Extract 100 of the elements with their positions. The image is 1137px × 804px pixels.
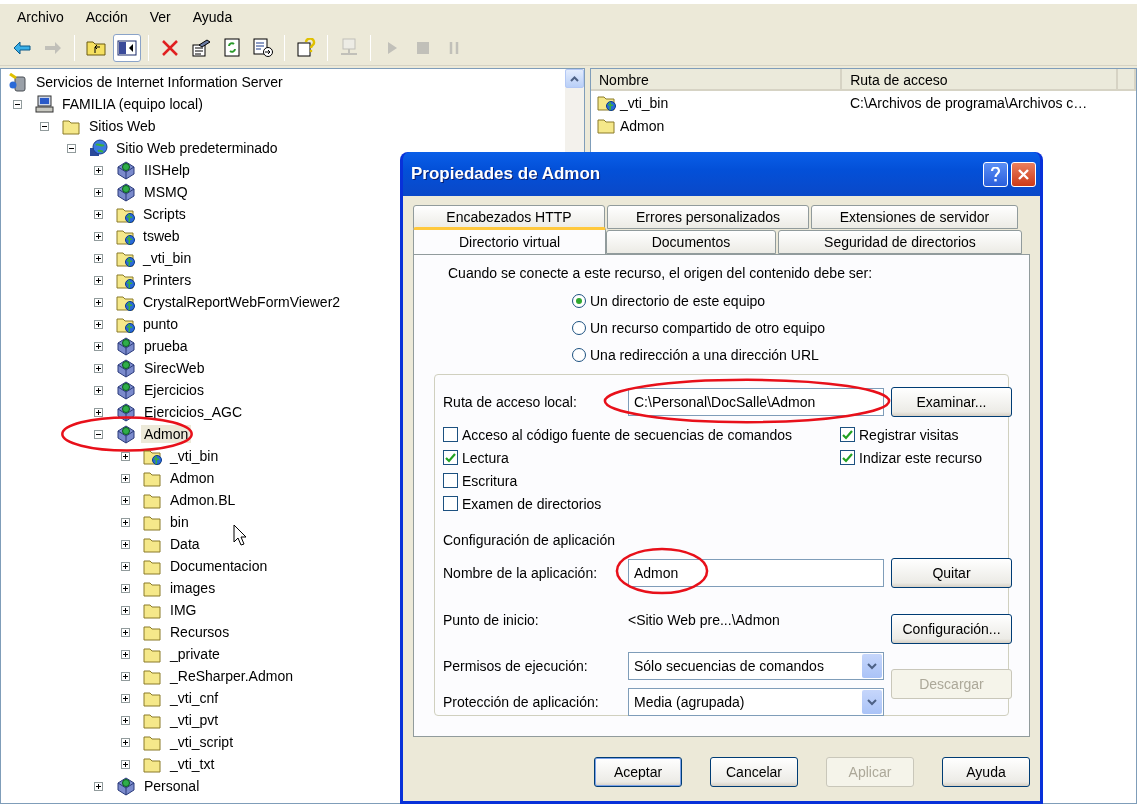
tree-item[interactable]: Ejercicios [141, 381, 207, 399]
tree-item[interactable]: FAMILIA (equipo local) [59, 95, 206, 113]
radio-button[interactable] [572, 347, 586, 362]
menu-item[interactable]: Acción [76, 7, 137, 27]
dialog-button[interactable]: Cancelar [710, 757, 798, 787]
tab[interactable]: Errores personalizados [607, 205, 809, 229]
tab[interactable]: Extensiones de servidor [811, 205, 1018, 229]
tree-toggle[interactable] [13, 99, 22, 109]
help-button[interactable] [983, 161, 1008, 187]
tree-item[interactable]: images [167, 579, 219, 597]
tree-toggle[interactable] [94, 297, 103, 307]
dropdown[interactable]: Sólo secuencias de comandos [628, 652, 884, 680]
tree-item[interactable]: Admon [141, 425, 192, 443]
tree-toggle[interactable] [94, 407, 103, 417]
remove-button[interactable]: Quitar [891, 558, 1012, 588]
tree-item[interactable]: Admon.BL [167, 491, 239, 509]
tab[interactable]: Documentos [606, 230, 776, 254]
tree-item[interactable]: IMG [167, 601, 200, 619]
tree-toggle[interactable] [121, 649, 130, 659]
tree-item[interactable]: SirecWeb [141, 359, 208, 377]
tree-item[interactable]: _vti_script [167, 733, 237, 751]
tree-toggle[interactable] [94, 231, 103, 241]
tree-toggle[interactable] [121, 517, 130, 527]
list-item[interactable]: _vti_bin [620, 94, 669, 111]
tree-item[interactable]: Scripts [140, 205, 189, 223]
tree-item[interactable]: tsweb [140, 227, 183, 245]
radio-button[interactable] [572, 320, 586, 335]
menu-item[interactable]: Archivo [8, 7, 73, 27]
dialog-button[interactable]: Ayuda [942, 757, 1030, 787]
input-field[interactable]: C:\Personal\DocSalle\Admon [628, 388, 884, 416]
tree-item[interactable]: Sitio Web predeterminado [113, 139, 281, 157]
tab[interactable]: Seguridad de directorios [778, 230, 1022, 254]
tree-item[interactable]: _vti_pvt [167, 711, 222, 729]
tree-toggle[interactable] [121, 693, 130, 703]
checkbox[interactable] [840, 450, 855, 465]
tree-item[interactable]: _ReSharper.Admon [167, 667, 296, 685]
toolbar-button[interactable] [113, 33, 141, 62]
tree-item[interactable]: Ejercicios_AGC [141, 403, 246, 421]
tree-item[interactable]: Documentacion [167, 557, 271, 575]
checkbox[interactable] [443, 473, 458, 488]
checkbox[interactable] [840, 427, 855, 442]
tree-toggle[interactable] [121, 451, 130, 461]
tree-toggle[interactable] [40, 121, 49, 131]
tree-item[interactable]: Recursos [167, 623, 233, 641]
list-item[interactable]: Admon [620, 117, 665, 134]
tree-toggle[interactable] [67, 143, 76, 153]
tree-toggle[interactable] [94, 209, 103, 219]
tree-item[interactable]: _vti_txt [167, 755, 218, 773]
tree-toggle[interactable] [121, 759, 130, 769]
tree-item[interactable]: MSMQ [141, 183, 191, 201]
tree-item[interactable]: _vti_bin [167, 447, 222, 465]
tree-item[interactable]: Data [167, 535, 203, 553]
tree-item[interactable]: Servicios de Internet Information Server [33, 73, 286, 91]
column-header[interactable]: Nombre [591, 69, 843, 89]
tree-item[interactable]: IISHelp [141, 161, 193, 179]
tree-toggle[interactable] [94, 319, 103, 329]
tree-item[interactable]: Personal [141, 777, 203, 795]
tree-item[interactable]: Admon [167, 469, 218, 487]
tree-toggle[interactable] [94, 275, 103, 285]
tree-toggle[interactable] [94, 253, 103, 263]
tree-toggle[interactable] [121, 715, 130, 725]
tree-item[interactable]: _private [167, 645, 223, 663]
tree-item[interactable]: Printers [140, 271, 195, 289]
tree-toggle[interactable] [94, 165, 103, 175]
tree-item[interactable]: CrystalReportWebFormViewer2 [140, 293, 344, 311]
tree-toggle[interactable] [121, 495, 130, 505]
checkbox[interactable] [443, 450, 458, 465]
tree-item[interactable]: prueba [141, 337, 191, 355]
input-field[interactable]: Admon [628, 559, 884, 587]
tab[interactable]: Directorio virtual [413, 227, 606, 254]
tree-toggle[interactable] [94, 341, 103, 351]
tree-toggle[interactable] [121, 671, 130, 681]
tree-toggle[interactable] [121, 539, 130, 549]
tree-item[interactable]: _vti_bin [140, 249, 195, 267]
tab[interactable]: Encabezados HTTP [413, 205, 605, 229]
close-button[interactable] [1011, 161, 1036, 187]
tree-toggle[interactable] [94, 363, 103, 373]
tree-item[interactable]: punto [140, 315, 182, 333]
tree-toggle[interactable] [121, 561, 130, 571]
tree-toggle[interactable] [121, 583, 130, 593]
tree-toggle[interactable] [121, 473, 130, 483]
tree-toggle[interactable] [121, 737, 130, 747]
tree-item[interactable]: Sitios Web [86, 117, 159, 135]
configuration-button[interactable]: Configuración... [891, 614, 1012, 644]
dialog-button[interactable]: Aceptar [594, 757, 682, 787]
tree-toggle[interactable] [94, 429, 103, 439]
tree-toggle[interactable] [94, 781, 103, 791]
radio-button[interactable] [572, 293, 586, 308]
dropdown[interactable]: Media (agrupada) [628, 688, 884, 716]
tree-item[interactable]: _vti_cnf [167, 689, 222, 707]
menu-item[interactable]: Ver [140, 7, 180, 27]
column-header[interactable]: Ruta de acceso [842, 69, 1118, 89]
tree-item[interactable]: bin [167, 513, 192, 531]
tree-toggle[interactable] [94, 385, 103, 395]
tree-toggle[interactable] [94, 187, 103, 197]
tree-toggle[interactable] [121, 605, 130, 615]
menu-item[interactable]: Ayuda [183, 7, 242, 27]
browse-button[interactable]: Examinar... [891, 387, 1012, 417]
tree-toggle[interactable] [121, 627, 130, 637]
checkbox[interactable] [443, 496, 458, 511]
